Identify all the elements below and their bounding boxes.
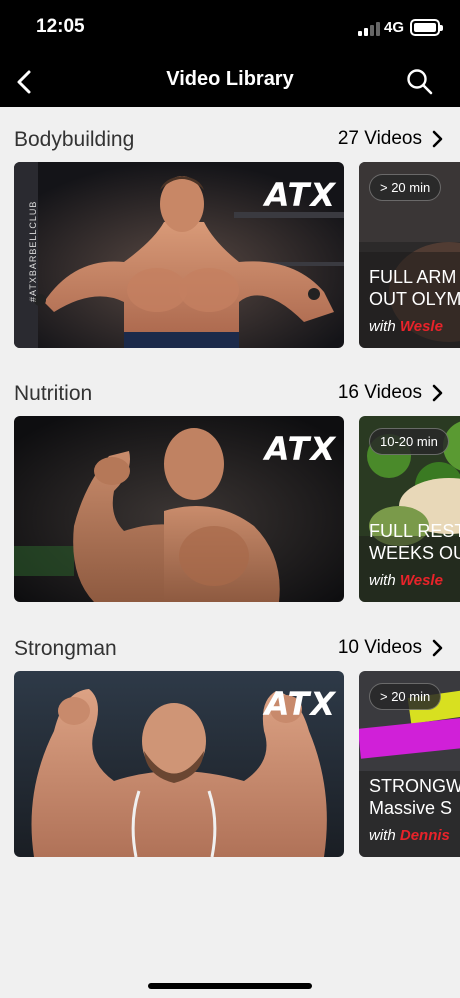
chevron-right-icon [432, 130, 443, 148]
watermark-text: #ATXBARBELLCLUB [28, 200, 38, 302]
status-time: 12:05 [36, 16, 85, 37]
chevron-right-icon [432, 384, 443, 402]
duration-badge: > 20 min [369, 174, 442, 201]
category-title: Nutrition [14, 382, 93, 405]
signal-icon [358, 22, 380, 36]
page-title: Video Library [166, 68, 294, 90]
video-count: 16 Videos [337, 382, 422, 403]
video-author: with Dennis [369, 827, 450, 844]
video-author: with Wesle [369, 318, 443, 335]
video-carousel[interactable]: ATX > 20 min STRONGW Massive S with Denn… [14, 671, 460, 857]
video-title: STRONGW Massive S [369, 776, 460, 818]
see-all-button[interactable]: 27 Videos [338, 128, 444, 150]
nav-bar: Video Library [0, 56, 460, 107]
category-section-nutrition: Nutrition 16 Videos ATX 10-20 min FULL R… [0, 382, 460, 604]
video-card[interactable]: #ATXBARBELLCLUB ATX [14, 162, 344, 348]
category-section-strongman: Strongman 10 Videos ATX > 20 min STRONGW… [0, 637, 460, 859]
video-card[interactable]: > 20 min FULL ARM OUT OLYM with Wesle [359, 162, 460, 348]
author-name: Wesle [399, 572, 443, 589]
duration-badge: > 20 min [369, 683, 442, 710]
video-card[interactable]: ATX [14, 671, 344, 857]
see-all-button[interactable]: 10 Videos [338, 637, 444, 659]
search-icon [407, 69, 433, 95]
atx-logo: ATX [264, 685, 336, 723]
category-section-bodybuilding: Bodybuilding 27 Videos #ATXBARBELLCLUB A… [0, 128, 460, 350]
video-carousel[interactable]: ATX 10-20 min FULL REST WEEKS OU with We… [14, 416, 460, 602]
category-title: Bodybuilding [14, 128, 135, 151]
status-bar: 12:05 4G [0, 0, 460, 56]
author-name: Wesle [399, 318, 443, 335]
network-type: 4G [384, 19, 405, 36]
search-button[interactable] [400, 62, 440, 102]
author-name: Dennis [399, 827, 450, 844]
battery-icon [410, 19, 443, 36]
video-title: FULL REST WEEKS OU [369, 521, 460, 563]
video-carousel[interactable]: #ATXBARBELLCLUB ATX > 20 min FULL ARM OU… [14, 162, 460, 348]
video-card[interactable]: ATX [14, 416, 344, 602]
chevron-right-icon [432, 639, 443, 657]
video-card[interactable]: > 20 min STRONGW Massive S with Dennis [359, 671, 460, 857]
duration-badge: 10-20 min [369, 428, 449, 455]
video-title: FULL ARM OUT OLYM [369, 267, 460, 309]
atx-logo: ATX [264, 176, 336, 214]
video-count: 10 Videos [337, 637, 422, 658]
home-indicator[interactable] [148, 983, 312, 989]
video-count: 27 Videos [337, 128, 422, 149]
video-author: with Wesle [369, 572, 443, 589]
see-all-button[interactable]: 16 Videos [338, 382, 444, 404]
category-title: Strongman [14, 637, 117, 660]
atx-logo: ATX [264, 430, 336, 468]
video-card[interactable]: 10-20 min FULL REST WEEKS OU with Wesle [359, 416, 460, 602]
